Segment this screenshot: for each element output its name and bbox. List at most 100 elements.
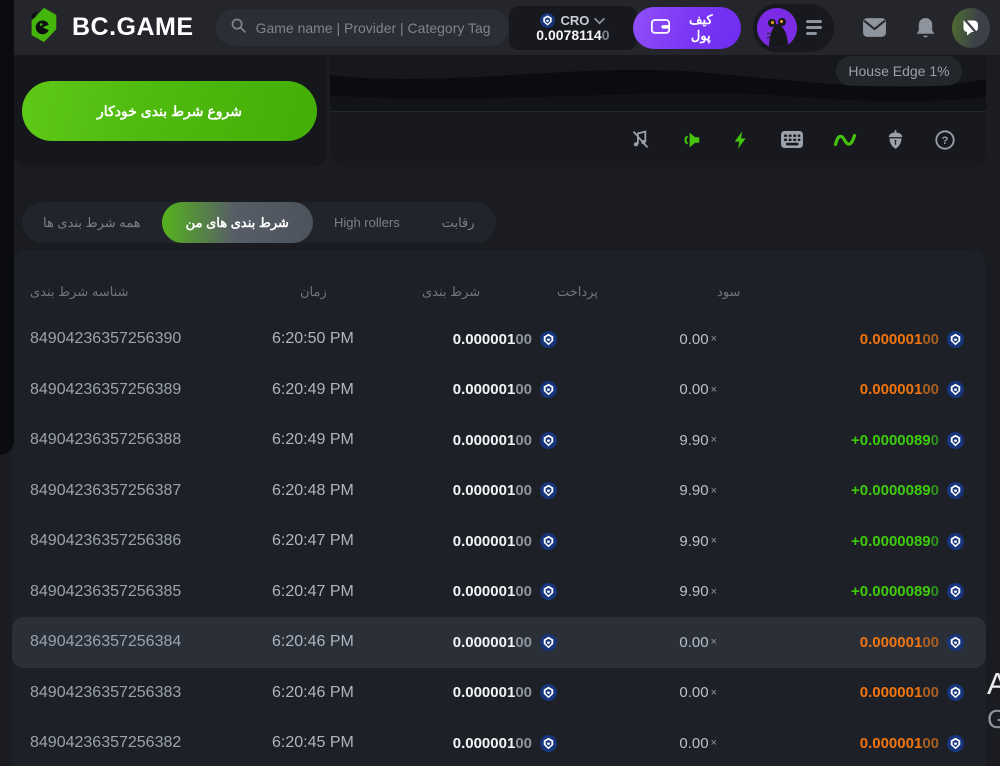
- payout-cell: 0.00×: [557, 684, 717, 701]
- payout-cell: 0.00×: [557, 381, 717, 398]
- tab-my-bets[interactable]: شرط بندی های من: [162, 202, 313, 243]
- cro-coin-icon: [540, 583, 557, 600]
- cro-coin-icon: [540, 482, 557, 499]
- bet-id-cell: 84904236357256388: [30, 431, 272, 449]
- chat-muted-icon[interactable]: [952, 8, 990, 48]
- hotkeys-icon[interactable]: [780, 130, 804, 149]
- payout-cell: 9.90×: [557, 482, 717, 499]
- cro-coin-icon: [540, 432, 557, 449]
- clipped-edge-text: A G: [987, 668, 1000, 732]
- user-menu[interactable]: [753, 4, 834, 52]
- cro-coin-icon: [540, 735, 557, 752]
- sound-icon[interactable]: [680, 129, 702, 151]
- profit-cell: 0.00000100: [717, 735, 964, 752]
- bet-amount-cell: 0.00000100: [422, 583, 557, 600]
- cro-coin-icon: [947, 684, 964, 701]
- profit-cell: 0.00000100: [717, 381, 964, 398]
- table-row[interactable]: 84904236357256382 6:20:45 PM 0.00000100 …: [12, 718, 986, 766]
- cro-coin-icon: [947, 533, 964, 550]
- wallet-icon: [651, 18, 670, 37]
- tab-race[interactable]: رقابت: [421, 202, 496, 243]
- bet-amount-cell: 0.00000100: [422, 482, 557, 499]
- start-autobet-button[interactable]: شروع شرط بندی خودکار: [22, 81, 317, 141]
- table-row[interactable]: 84904236357256386 6:20:47 PM 0.00000100 …: [12, 516, 986, 567]
- cro-coin-icon: [540, 13, 555, 28]
- search-input[interactable]: [256, 20, 495, 36]
- table-body: 84904236357256390 6:20:50 PM 0.00000100 …: [12, 314, 986, 766]
- payout-cell: 0.00×: [557, 735, 717, 752]
- payout-cell: 0.00×: [557, 634, 717, 651]
- svg-text:?: ?: [942, 134, 949, 146]
- table-row[interactable]: 84904236357256389 6:20:49 PM 0.00000100 …: [12, 365, 986, 416]
- bet-id-cell: 84904236357256385: [30, 583, 272, 601]
- time-cell: 6:20:48 PM: [272, 482, 422, 500]
- brand-logo[interactable]: BC.GAME: [24, 6, 194, 49]
- cro-coin-icon: [947, 331, 964, 348]
- bet-amount-cell: 0.00000100: [422, 684, 557, 701]
- bet-id-cell: 84904236357256390: [30, 330, 272, 348]
- table-row[interactable]: 84904236357256388 6:20:49 PM 0.00000100 …: [12, 415, 986, 466]
- payout-cell: 9.90×: [557, 432, 717, 449]
- top-header: BC.GAME CRO 0.00781140 کیف پول: [0, 0, 1000, 55]
- avatar[interactable]: [757, 8, 797, 48]
- table-row[interactable]: 84904236357256387 6:20:48 PM 0.00000100 …: [12, 466, 986, 517]
- game-search[interactable]: [216, 9, 509, 46]
- seeds-icon[interactable]: [886, 129, 905, 151]
- chevron-down-icon: [594, 13, 605, 28]
- bell-icon[interactable]: [915, 16, 936, 39]
- music-off-icon[interactable]: [630, 129, 651, 150]
- rank-list-icon: [806, 20, 822, 35]
- game-toolbar: ?: [330, 111, 986, 167]
- table-header-row: شناسه شرط بندی زمان شرط بندی پرداخت سود: [12, 270, 986, 314]
- cro-coin-icon: [540, 381, 557, 398]
- edge-letter-top: A: [987, 668, 1000, 699]
- time-cell: 6:20:45 PM: [272, 734, 422, 752]
- payout-cell: 9.90×: [557, 533, 717, 550]
- bet-amount-cell: 0.00000100: [422, 533, 557, 550]
- table-row[interactable]: 84904236357256390 6:20:50 PM 0.00000100 …: [12, 314, 986, 365]
- cro-coin-icon: [947, 634, 964, 651]
- table-row[interactable]: 84904236357256383 6:20:46 PM 0.00000100 …: [12, 668, 986, 719]
- left-panel-edge: [0, 0, 14, 455]
- bcgame-logo-icon: [24, 6, 62, 49]
- cro-coin-icon: [540, 533, 557, 550]
- cro-coin-icon: [540, 684, 557, 701]
- my-bets-table: شناسه شرط بندی زمان شرط بندی پرداخت سود …: [12, 250, 986, 766]
- bet-amount-cell: 0.00000100: [422, 331, 557, 348]
- cro-coin-icon: [947, 735, 964, 752]
- cro-coin-icon: [540, 634, 557, 651]
- trends-icon[interactable]: [833, 130, 857, 150]
- table-row[interactable]: 84904236357256385 6:20:47 PM 0.00000100 …: [12, 567, 986, 618]
- time-cell: 6:20:47 PM: [272, 532, 422, 550]
- time-cell: 6:20:50 PM: [272, 330, 422, 348]
- time-cell: 6:20:46 PM: [272, 633, 422, 651]
- bet-id-cell: 84904236357256382: [30, 734, 272, 752]
- bet-id-cell: 84904236357256384: [30, 633, 272, 651]
- bet-id-cell: 84904236357256389: [30, 381, 272, 399]
- header-time: زمان: [272, 284, 422, 300]
- mail-icon[interactable]: [862, 17, 887, 38]
- time-cell: 6:20:46 PM: [272, 684, 422, 702]
- profit-cell: 0.00000100: [717, 331, 964, 348]
- house-edge-badge: House Edge 1%: [836, 56, 962, 86]
- wallet-button[interactable]: کیف پول: [633, 7, 741, 49]
- header-bet: شرط بندی: [422, 284, 557, 300]
- tab-all-bets[interactable]: همه شرط بندی ها: [22, 202, 162, 243]
- payout-cell: 9.90×: [557, 583, 717, 600]
- payout-cell: 0.00×: [557, 331, 717, 348]
- currency-code: CRO: [560, 13, 589, 28]
- bet-amount-cell: 0.00000100: [422, 432, 557, 449]
- tab-high-rollers[interactable]: High rollers: [313, 202, 421, 243]
- cro-coin-icon: [947, 381, 964, 398]
- bet-id-cell: 84904236357256386: [30, 532, 272, 550]
- cro-coin-icon: [947, 583, 964, 600]
- table-row[interactable]: 84904236357256384 6:20:46 PM 0.00000100 …: [12, 617, 986, 668]
- currency-selector[interactable]: CRO 0.00781140: [509, 6, 637, 50]
- profit-cell: +0.00000890: [717, 583, 964, 600]
- help-icon[interactable]: ?: [934, 129, 956, 151]
- cro-coin-icon: [947, 432, 964, 449]
- brand-title: BC.GAME: [72, 13, 194, 42]
- profit-cell: 0.00000100: [717, 684, 964, 701]
- turbo-icon[interactable]: [731, 129, 751, 151]
- profit-cell: +0.00000890: [717, 432, 964, 449]
